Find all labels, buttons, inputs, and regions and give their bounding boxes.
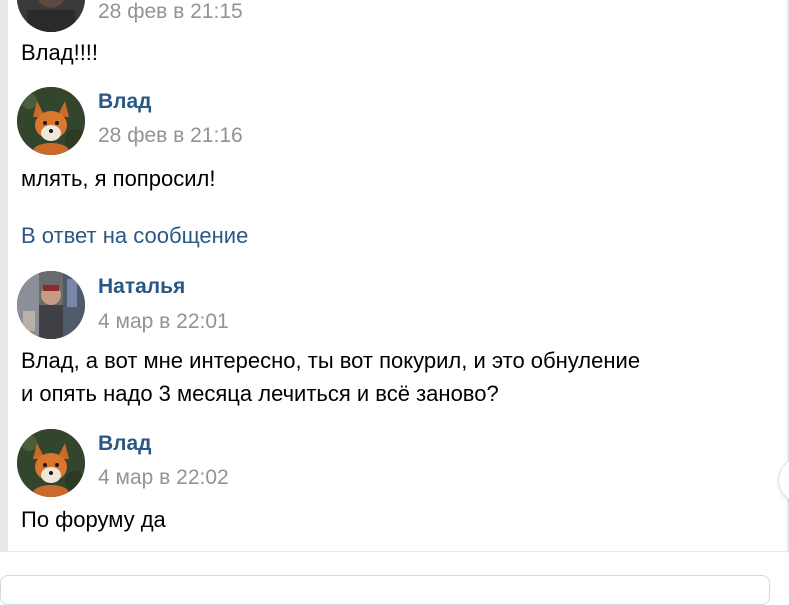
fox-icon <box>17 429 85 497</box>
message-date[interactable]: 4 мар в 22:02 <box>98 466 229 490</box>
message-text: млять, я попросил! <box>21 166 216 191</box>
message-date[interactable]: 28 фев в 21:16 <box>98 124 243 148</box>
fox-icon <box>17 87 85 155</box>
avatar[interactable] <box>17 87 85 155</box>
author-name[interactable]: Влад <box>98 432 152 456</box>
message-input[interactable] <box>0 575 770 605</box>
comment-thread: 28 фев в 21:15 Влад!!!! Влад 28 фев в 21… <box>0 0 789 552</box>
message-text: Влад, а вот мне интересно, ты вот покури… <box>21 348 641 373</box>
person-icon <box>17 271 85 339</box>
thread-left-border <box>0 0 8 552</box>
message-text: и опять надо 3 месяца лечиться и всё зан… <box>21 381 499 406</box>
message-text: Влад!!!! <box>21 40 99 65</box>
author-name[interactable]: Наталья <box>98 275 185 299</box>
message-date[interactable]: 28 фев в 21:15 <box>98 0 243 24</box>
message-date[interactable]: 4 мар в 22:01 <box>98 310 229 334</box>
author-name[interactable]: Влад <box>98 90 152 114</box>
avatar[interactable] <box>17 271 85 339</box>
reply-to-message-link[interactable]: В ответ на сообщение <box>21 223 248 249</box>
avatar[interactable] <box>17 429 85 497</box>
avatar[interactable] <box>17 0 85 32</box>
thread-divider <box>0 551 789 552</box>
message-text: По форуму да <box>21 507 166 532</box>
